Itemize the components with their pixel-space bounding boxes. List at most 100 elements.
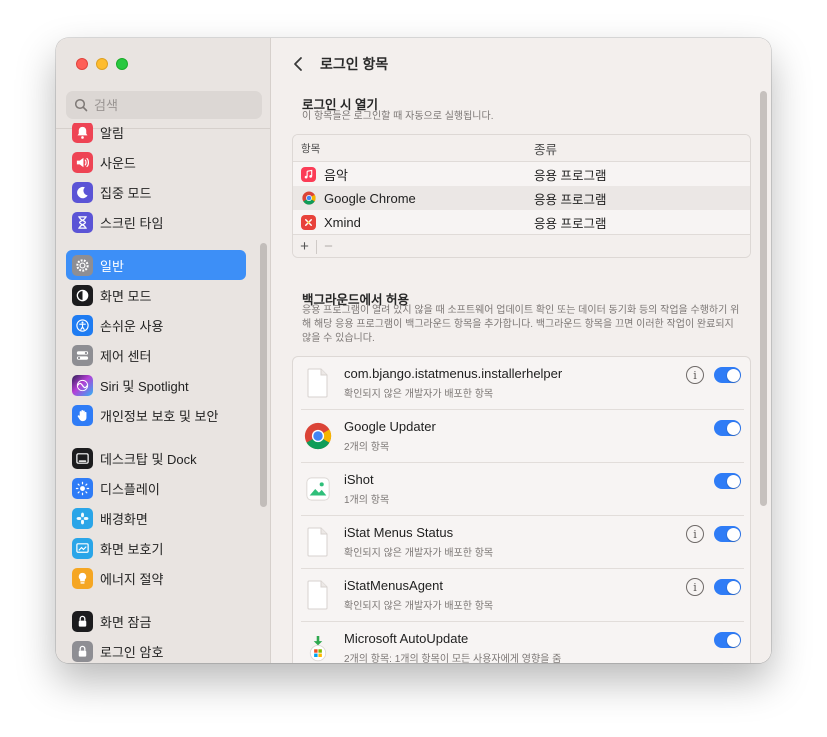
info-icon: i (693, 580, 697, 594)
gear-icon (72, 254, 93, 276)
sidebar-item-accessibility[interactable]: 손쉬운 사용 (66, 310, 246, 340)
info-button[interactable]: i (686, 366, 704, 384)
sidebar-item-control-center[interactable]: 제어 센터 (66, 340, 246, 370)
info-icon: i (693, 527, 697, 541)
remove-button[interactable]: − (317, 238, 340, 255)
sidebar: 알림 사운드 집중 모드 스크린 타임 (56, 38, 271, 663)
sidebar-item-label: 배경화면 (100, 511, 148, 527)
item-subtitle: 확인되지 않은 개발자가 배포한 항목 (344, 389, 494, 400)
sidebar-item-label: 디스플레이 (100, 481, 160, 497)
chevron-left-icon (294, 57, 302, 71)
dock-icon (72, 447, 93, 469)
toggle-switch[interactable] (714, 420, 741, 436)
sidebar-scrollbar[interactable] (260, 243, 267, 507)
search-input[interactable] (94, 97, 254, 113)
toggle-switch[interactable] (714, 367, 741, 383)
add-button[interactable]: + (293, 238, 316, 255)
sidebar-item-wallpaper[interactable]: 배경화면 (66, 503, 246, 533)
item-subtitle: 2개의 항목 (344, 442, 390, 453)
row-kind: 응용 프로그램 (534, 168, 607, 183)
sidebar-item-label: 데스크탑 및 Dock (100, 451, 197, 467)
sidebar-item-label: 사운드 (100, 155, 136, 171)
sidebar-item-lock-screen[interactable]: 화면 잠금 (66, 606, 246, 636)
sidebar-item-label: 에너지 절약 (100, 571, 164, 587)
table-row[interactable]: Google Chrome 응용 프로그램 (293, 186, 750, 210)
xmind-icon (301, 214, 316, 230)
sidebar-item-screen-saver[interactable]: 화면 보호기 (66, 533, 246, 563)
table-row[interactable]: 음악 응용 프로그램 (293, 162, 750, 186)
control-center-icon (72, 344, 93, 366)
info-button[interactable]: i (686, 525, 704, 543)
sidebar-item-sound[interactable]: 사운드 (66, 147, 246, 177)
lock-icon (72, 640, 93, 662)
sidebar-item-label: 로그인 암호 (100, 644, 164, 660)
toggle-switch[interactable] (714, 579, 741, 595)
column-header-kind[interactable]: 종류 (525, 139, 745, 158)
sidebar-item-screen-time[interactable]: 스크린 타임 (66, 207, 246, 237)
list-item: iStatMenusAgent 확인되지 않은 개발자가 배포한 항목 i (293, 569, 750, 622)
lock-icon (72, 610, 93, 632)
chrome-icon (301, 191, 316, 206)
chrome-icon (303, 420, 333, 452)
sidebar-item-energy-saver[interactable]: 에너지 절약 (66, 563, 246, 593)
sidebar-item-label: 일반 (100, 258, 124, 274)
background-description: 응용 프로그램이 열려 있지 않을 때 소프트웨어 업데이트 확인 또는 데이터… (302, 305, 740, 344)
hand-icon (72, 404, 93, 426)
item-subtitle: 2개의 항목: 1개의 항목이 모든 사용자에게 영향을 줌 (344, 654, 562, 663)
item-subtitle: 확인되지 않은 개발자가 배포한 항목 (344, 548, 494, 559)
sidebar-item-privacy-security[interactable]: 개인정보 보호 및 보안 (66, 400, 246, 430)
info-icon: i (693, 368, 697, 382)
list-item: iStat Menus Status 확인되지 않은 개발자가 배포한 항목 i (293, 516, 750, 569)
sidebar-item-siri-spotlight[interactable]: Siri 및 Spotlight (66, 370, 246, 400)
table-footer: + − (293, 234, 750, 257)
appearance-icon (72, 284, 93, 306)
sidebar-item-desktop-dock[interactable]: 데스크탑 및 Dock (66, 443, 246, 473)
sidebar-list: 알림 사운드 집중 모드 스크린 타임 일반 화면 모드 손쉬운 사용 제어 센… (66, 123, 246, 663)
info-button[interactable]: i (686, 578, 704, 596)
list-item: com.bjango.istatmenus.installerhelper 확인… (293, 357, 750, 410)
sidebar-item-general[interactable]: 일반 (66, 250, 246, 280)
sidebar-item-notifications[interactable]: 알림 (66, 123, 246, 147)
row-kind: 응용 프로그램 (534, 192, 607, 207)
hourglass-icon (72, 211, 93, 233)
moon-icon (72, 181, 93, 203)
siri-icon (72, 374, 93, 396)
search-icon (74, 98, 88, 112)
window-controls (76, 58, 128, 70)
document-icon (303, 526, 333, 558)
back-button[interactable] (290, 54, 306, 74)
sidebar-item-login-password[interactable]: 로그인 암호 (66, 636, 246, 663)
sidebar-item-label: 알림 (100, 125, 124, 141)
battery-icon (72, 567, 93, 589)
toggle-switch[interactable] (714, 473, 741, 489)
table-row[interactable]: Xmind 응용 프로그램 (293, 210, 750, 234)
minimize-button[interactable] (96, 58, 108, 70)
sidebar-item-label: 집중 모드 (100, 185, 152, 201)
sidebar-item-appearance[interactable]: 화면 모드 (66, 280, 246, 310)
music-icon (301, 166, 316, 182)
toggle-switch[interactable] (714, 526, 741, 542)
sidebar-item-displays[interactable]: 디스플레이 (66, 473, 246, 503)
main-scrollbar[interactable] (760, 91, 767, 506)
main-pane: 로그인 항목 로그인 시 열기 이 항목들은 로그인할 때 자동으로 실행됩니다… (272, 38, 771, 663)
login-items-table: 항목 종류 음악 응용 프로그램 Google Chrome 응용 프로그램 X… (292, 134, 751, 258)
row-kind: 응용 프로그램 (534, 216, 607, 231)
sidebar-item-label: Siri 및 Spotlight (100, 378, 189, 394)
display-icon (72, 477, 93, 499)
list-item: Microsoft AutoUpdate 2개의 항목: 1개의 항목이 모든 … (293, 622, 750, 663)
sidebar-item-label: 손쉬운 사용 (100, 318, 164, 334)
document-icon (303, 367, 333, 399)
open-at-login-subtitle: 이 항목들은 로그인할 때 자동으로 실행됩니다. (302, 111, 494, 122)
wallpaper-icon (72, 507, 93, 529)
row-name: Xmind (324, 214, 361, 230)
search-field[interactable] (66, 91, 262, 119)
zoom-button[interactable] (116, 58, 128, 70)
row-name: Google Chrome (324, 190, 416, 206)
item-subtitle: 확인되지 않은 개발자가 배포한 항목 (344, 601, 494, 612)
item-name: iStat Menus Status (344, 525, 454, 540)
sidebar-item-focus[interactable]: 집중 모드 (66, 177, 246, 207)
toggle-switch[interactable] (714, 632, 741, 648)
close-button[interactable] (76, 58, 88, 70)
column-header-item[interactable]: 항목 (293, 141, 525, 156)
settings-window: 알림 사운드 집중 모드 스크린 타임 (56, 38, 771, 663)
